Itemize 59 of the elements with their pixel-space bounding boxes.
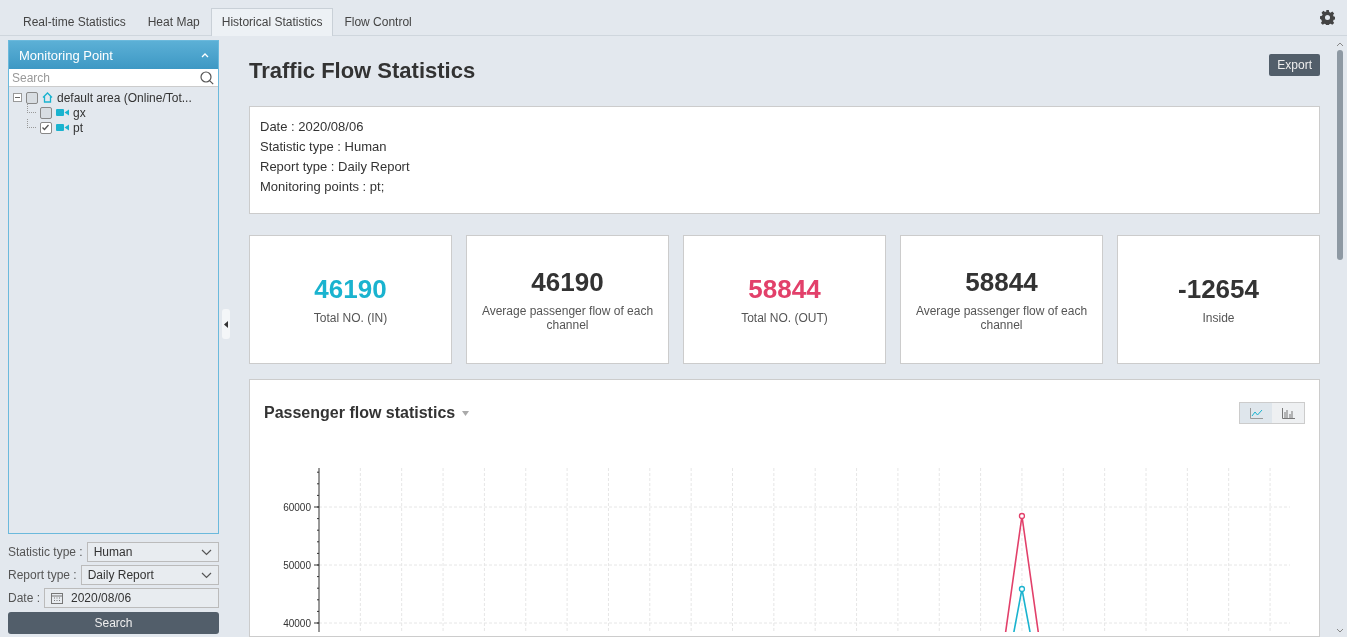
view-toggle[interactable] — [1239, 402, 1305, 424]
field-label: Report type : — [8, 568, 77, 582]
y-tick-label: 50000 — [283, 560, 311, 571]
checkbox[interactable] — [40, 121, 52, 134]
tree-item[interactable]: pt — [73, 120, 83, 135]
scroll-up-icon[interactable] — [1336, 42, 1344, 47]
camera-icon — [56, 123, 69, 132]
tree-item[interactable]: default area (Online/Tot... — [57, 90, 192, 105]
chart-title: Passenger flow statistics — [264, 404, 456, 422]
field-label: Date : — [8, 591, 40, 605]
scroll-down-icon[interactable] — [1336, 628, 1344, 633]
info-line: Monitoring points : pt; — [260, 179, 386, 194]
stat-label: Average passenger flow of each channel — [914, 304, 1089, 332]
tab[interactable]: Historical Statistics — [210, 8, 334, 36]
field-label: Statistic type : — [8, 545, 83, 559]
tab[interactable]: Real-time Statistics — [12, 8, 137, 36]
chevron-down-icon — [201, 548, 212, 556]
stat-label: Inside — [1202, 311, 1235, 325]
y-tick-label: 40000 — [283, 618, 311, 629]
panel-title: Monitoring Point — [19, 47, 113, 63]
stat-label: Total NO. (OUT) — [741, 311, 828, 325]
checkbox[interactable] — [26, 91, 38, 104]
info-line: Date : 2020/08/06 — [260, 119, 365, 134]
line-chart-button[interactable] — [1240, 403, 1272, 423]
info-line: Statistic type : Human — [260, 139, 388, 154]
expander-icon[interactable] — [13, 93, 22, 102]
search-button[interactable]: Search — [8, 612, 219, 634]
chevron-down-icon — [201, 571, 212, 579]
tab[interactable]: Flow Control — [333, 8, 423, 36]
stat-value: 58844 — [748, 274, 821, 305]
bar-chart-icon — [1281, 407, 1295, 419]
scrollbar-thumb[interactable] — [1337, 50, 1343, 260]
stat-value: 58844 — [965, 267, 1038, 298]
home-icon — [42, 92, 53, 103]
info-line: Report type : Daily Report — [260, 159, 411, 174]
search-icon[interactable] — [200, 71, 214, 85]
y-tick-label: 60000 — [283, 502, 311, 513]
bar-chart-button[interactable] — [1272, 403, 1304, 423]
calendar-icon — [51, 592, 63, 604]
date-field[interactable]: 2020/08/06 — [44, 588, 219, 608]
dropdown[interactable]: Human — [86, 542, 219, 562]
stat-value: 46190 — [314, 274, 387, 305]
stat-label: Average passenger flow of each channel — [480, 304, 655, 332]
search-field[interactable]: Search — [9, 69, 218, 87]
checkbox[interactable] — [40, 106, 52, 119]
stat-value: 46190 — [531, 267, 604, 298]
caret-icon[interactable] — [462, 410, 470, 416]
export-button[interactable]: Export — [1269, 54, 1320, 76]
page-title: Traffic Flow Statistics — [249, 58, 476, 84]
tree-item[interactable]: gx — [73, 105, 86, 120]
camera-icon — [56, 108, 69, 117]
dropdown[interactable]: Daily Report — [80, 565, 219, 585]
collapse-handle[interactable] — [222, 309, 230, 339]
settings-icon[interactable] — [1320, 10, 1335, 25]
stat-label: Total NO. (IN) — [313, 311, 388, 325]
collapse-icon[interactable] — [201, 52, 209, 58]
line-chart-icon — [1249, 407, 1263, 419]
tab[interactable]: Heat Map — [136, 8, 211, 36]
stat-value: -12654 — [1178, 274, 1259, 305]
